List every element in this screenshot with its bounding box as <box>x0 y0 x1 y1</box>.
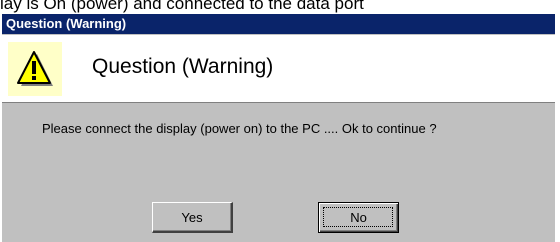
yes-button[interactable]: Yes <box>152 202 233 233</box>
dialog-message: Please connect the display (power on) to… <box>42 121 437 136</box>
dialog-heading: Question (Warning) <box>92 55 274 78</box>
dialog-header: Question (Warning) <box>2 35 555 103</box>
background-caption: lay is On (power) and connected to the d… <box>0 0 364 13</box>
warning-icon <box>8 42 62 96</box>
yes-button-label: Yes <box>181 209 203 225</box>
dialog-titlebar[interactable]: Question (Warning) <box>2 14 555 34</box>
no-button[interactable]: No <box>318 202 399 233</box>
no-button-label: No <box>350 210 367 225</box>
question-dialog: Question (Warning) Question (Warning) Pl… <box>2 14 555 242</box>
